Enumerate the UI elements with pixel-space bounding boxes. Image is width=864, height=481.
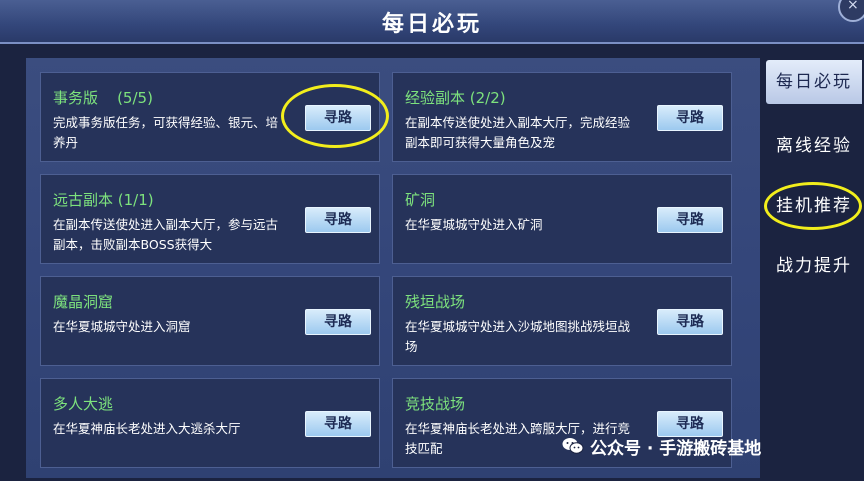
activity-card-mine: 矿洞 在华夏城城守处进入矿洞 寻路: [392, 174, 732, 264]
wechat-icon: [562, 438, 584, 454]
highlight-circle: [281, 84, 389, 148]
pathfind-button[interactable]: 寻路: [305, 411, 371, 437]
card-title: 矿洞: [405, 191, 436, 209]
pathfind-button[interactable]: 寻路: [305, 309, 371, 335]
card-description: 完成事务版任务，可获得经验、银元、培养丹: [53, 115, 279, 150]
pathfind-button[interactable]: 寻路: [657, 105, 723, 131]
card-description: 在华夏城城守处进入矿洞: [405, 217, 543, 232]
close-icon: ×: [847, 0, 859, 13]
window-title: 每日必玩: [381, 12, 482, 37]
card-title: 多人大逃: [53, 395, 114, 413]
daily-activity-panel: 事务版 (5/5) 完成事务版任务，可获得经验、银元、培养丹 寻路 经验副本 (…: [26, 58, 760, 478]
activity-card-battle-royale: 多人大逃 在华夏神庙长老处进入大逃杀大厅 寻路: [40, 378, 380, 468]
activity-card-ruins-battlefield: 残垣战场 在华夏城城守处进入沙城地图挑战残垣战场 寻路: [392, 276, 732, 366]
highlight-circle: [764, 182, 862, 230]
watermark-text: 公众号 · 手游搬砖基地: [590, 438, 762, 459]
title-bar: 每日必玩: [0, 0, 864, 44]
activity-card-crystal-cave: 魔晶洞窟 在华夏城城守处进入洞窟 寻路: [40, 276, 380, 366]
card-description: 在副本传送使处进入副本大厅，参与远古副本，击败副本BOSS获得大: [53, 217, 279, 252]
card-title: 竞技战场: [405, 395, 466, 413]
activity-card-ancient-dungeon: 远古副本 (1/1) 在副本传送使处进入副本大厅，参与远古副本，击败副本BOSS…: [40, 174, 380, 264]
card-description: 在华夏城城守处进入沙城地图挑战残垣战场: [405, 319, 631, 354]
pathfind-button[interactable]: 寻路: [657, 309, 723, 335]
card-title: 经验副本 (2/2): [405, 89, 506, 107]
card-title: 魔晶洞窟: [53, 293, 114, 311]
tab-offline-exp[interactable]: 离线经验: [766, 124, 862, 168]
watermark: 公众号 · 手游搬砖基地: [562, 430, 761, 462]
activity-card-exp-dungeon: 经验副本 (2/2) 在副本传送使处进入副本大厅，完成经验副本即可获得大量角色及…: [392, 72, 732, 162]
card-title: 事务版 (5/5): [53, 89, 153, 107]
card-description: 在华夏神庙长老处进入大逃杀大厅: [53, 421, 241, 436]
pathfind-button[interactable]: 寻路: [305, 207, 371, 233]
card-description: 在副本传送使处进入副本大厅，完成经验副本即可获得大量角色及宠: [405, 115, 631, 150]
pathfind-button[interactable]: 寻路: [657, 207, 723, 233]
tab-power-up[interactable]: 战力提升: [766, 244, 862, 288]
card-title: 残垣战场: [405, 293, 466, 311]
card-description: 在华夏城城守处进入洞窟: [53, 319, 191, 334]
tab-daily[interactable]: 每日必玩: [766, 60, 862, 104]
card-title: 远古副本 (1/1): [53, 191, 154, 209]
